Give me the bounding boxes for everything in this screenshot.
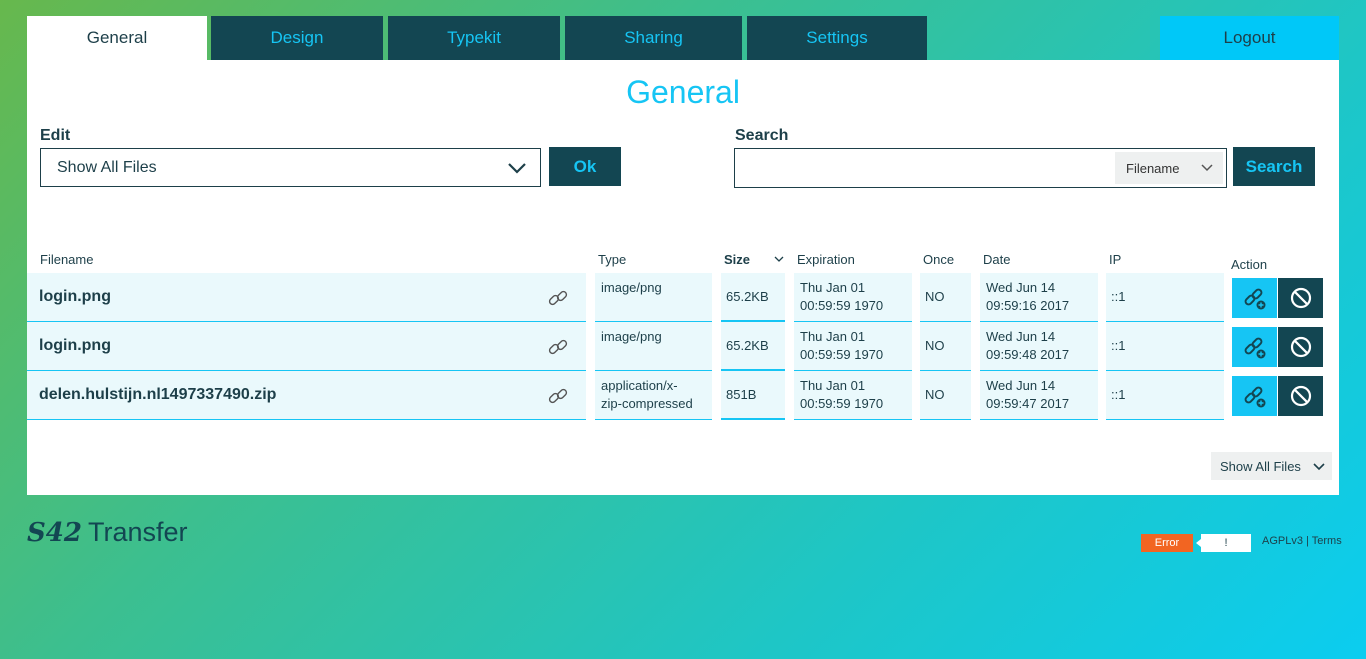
filename-cell[interactable]: login.png bbox=[39, 288, 111, 306]
column-header-size[interactable]: Size bbox=[724, 252, 785, 275]
size-value: 851B bbox=[726, 387, 757, 402]
search-box: Filename bbox=[734, 148, 1227, 188]
once-cell: NO bbox=[920, 371, 971, 420]
date-value: Wed Jun 14 09:59:48 2017 bbox=[986, 329, 1070, 362]
ip-cell: ::1 bbox=[1106, 273, 1224, 322]
block-icon bbox=[1289, 286, 1313, 310]
ip-value: ::1 bbox=[1111, 289, 1126, 304]
chevron-down-icon bbox=[1201, 164, 1213, 172]
search-label: Search bbox=[735, 127, 789, 144]
search-filter-select[interactable]: Filename bbox=[1115, 152, 1223, 184]
error-message: ! bbox=[1196, 534, 1251, 552]
link-icon[interactable] bbox=[546, 286, 570, 313]
page-title: General bbox=[626, 74, 740, 110]
column-header-date[interactable]: Date bbox=[983, 252, 1097, 274]
link-icon[interactable] bbox=[546, 384, 570, 411]
tab-typekit[interactable]: Typekit bbox=[388, 16, 560, 60]
table-row: login.png bbox=[27, 273, 586, 322]
brand-mark: S42 bbox=[27, 518, 82, 548]
table-row: delen.hulstijn.nl1497337490.zip bbox=[27, 371, 586, 420]
brand-logo: S42 Transfer bbox=[27, 517, 188, 551]
add-link-icon bbox=[1242, 285, 1268, 311]
date-cell: Wed Jun 14 09:59:48 2017 bbox=[980, 322, 1098, 371]
date-cell: Wed Jun 14 09:59:16 2017 bbox=[980, 273, 1098, 322]
add-link-button[interactable] bbox=[1232, 376, 1277, 416]
add-link-button[interactable] bbox=[1232, 327, 1277, 367]
once-value: NO bbox=[925, 289, 945, 304]
type-cell: image/png bbox=[595, 322, 712, 371]
expiration-cell: Thu Jan 01 00:59:59 1970 bbox=[794, 371, 912, 420]
add-link-icon bbox=[1242, 334, 1268, 360]
chevron-down-icon bbox=[1313, 463, 1325, 471]
block-icon bbox=[1289, 384, 1313, 408]
column-header-action: Action bbox=[1231, 257, 1268, 272]
tab-settings[interactable]: Settings bbox=[747, 16, 927, 60]
once-cell: NO bbox=[920, 322, 971, 371]
tab-sharing[interactable]: Sharing bbox=[565, 16, 742, 60]
column-header-once[interactable]: Once bbox=[923, 252, 970, 274]
column-header-type[interactable]: Type bbox=[598, 252, 712, 274]
type-value: image/png bbox=[601, 280, 662, 295]
size-cell: 65.2KB bbox=[721, 322, 785, 371]
tab-general[interactable]: General bbox=[27, 16, 207, 60]
once-value: NO bbox=[925, 338, 945, 353]
date-cell: Wed Jun 14 09:59:47 2017 bbox=[980, 371, 1098, 420]
search-button[interactable]: Search bbox=[1233, 147, 1315, 186]
ip-value: ::1 bbox=[1111, 387, 1126, 402]
date-value: Wed Jun 14 09:59:47 2017 bbox=[986, 378, 1070, 411]
type-cell: image/png bbox=[595, 273, 712, 322]
once-value: NO bbox=[925, 387, 945, 402]
edit-select-value: Show All Files bbox=[57, 159, 157, 176]
logout-button[interactable]: Logout bbox=[1160, 16, 1339, 60]
expiration-cell: Thu Jan 01 00:59:59 1970 bbox=[794, 273, 912, 322]
expiration-value: Thu Jan 01 00:59:59 1970 bbox=[800, 329, 884, 362]
disable-file-button[interactable] bbox=[1278, 327, 1323, 367]
type-cell: application/x- zip-compressed bbox=[595, 371, 712, 420]
type-value: image/png bbox=[601, 329, 662, 344]
footer-separator: | bbox=[1302, 535, 1312, 547]
column-header-ip[interactable]: IP bbox=[1109, 252, 1223, 274]
search-input[interactable] bbox=[737, 151, 1117, 187]
size-cell: 65.2KB bbox=[721, 273, 785, 322]
disable-file-button[interactable] bbox=[1278, 376, 1323, 416]
tab-design[interactable]: Design bbox=[211, 16, 383, 60]
main-panel: General Edit Show All Files Ok Search Fi… bbox=[27, 60, 1339, 495]
expiration-cell: Thu Jan 01 00:59:59 1970 bbox=[794, 322, 912, 371]
column-header-filename[interactable]: Filename bbox=[40, 252, 586, 274]
column-header-size-label: Size bbox=[724, 252, 751, 267]
bottom-filter-value: Show All Files bbox=[1220, 459, 1301, 474]
date-value: Wed Jun 14 09:59:16 2017 bbox=[986, 280, 1070, 313]
license-link[interactable]: AGPLv3 bbox=[1262, 535, 1303, 547]
bottom-filter-select[interactable]: Show All Files bbox=[1211, 452, 1332, 480]
ip-cell: ::1 bbox=[1106, 322, 1224, 371]
ok-button[interactable]: Ok bbox=[549, 147, 621, 186]
error-badge[interactable]: Error bbox=[1141, 534, 1193, 552]
edit-label: Edit bbox=[40, 127, 71, 144]
filename-cell[interactable]: login.png bbox=[39, 337, 111, 355]
search-filter-value: Filename bbox=[1126, 161, 1180, 176]
expiration-value: Thu Jan 01 00:59:59 1970 bbox=[800, 378, 884, 411]
size-value: 65.2KB bbox=[726, 338, 769, 353]
block-icon bbox=[1289, 335, 1313, 359]
disable-file-button[interactable] bbox=[1278, 278, 1323, 318]
type-value: application/x- zip-compressed bbox=[601, 378, 693, 411]
ip-value: ::1 bbox=[1111, 338, 1126, 353]
chevron-down-icon bbox=[508, 163, 526, 174]
size-value: 65.2KB bbox=[726, 289, 769, 304]
ip-cell: ::1 bbox=[1106, 371, 1224, 420]
add-link-icon bbox=[1242, 383, 1268, 409]
expiration-value: Thu Jan 01 00:59:59 1970 bbox=[800, 280, 884, 313]
sort-down-icon bbox=[774, 256, 784, 262]
table-row: login.png bbox=[27, 322, 586, 371]
column-header-expiration[interactable]: Expiration bbox=[797, 252, 911, 274]
edit-select[interactable]: Show All Files bbox=[40, 148, 541, 187]
footer-links: AGPLv3 | Terms bbox=[1262, 535, 1342, 547]
link-icon[interactable] bbox=[546, 335, 570, 362]
filename-cell[interactable]: delen.hulstijn.nl1497337490.zip bbox=[39, 386, 276, 404]
add-link-button[interactable] bbox=[1232, 278, 1277, 318]
terms-link[interactable]: Terms bbox=[1312, 535, 1342, 547]
brand-name: Transfer bbox=[87, 517, 188, 547]
once-cell: NO bbox=[920, 273, 971, 322]
size-cell: 851B bbox=[721, 371, 785, 420]
